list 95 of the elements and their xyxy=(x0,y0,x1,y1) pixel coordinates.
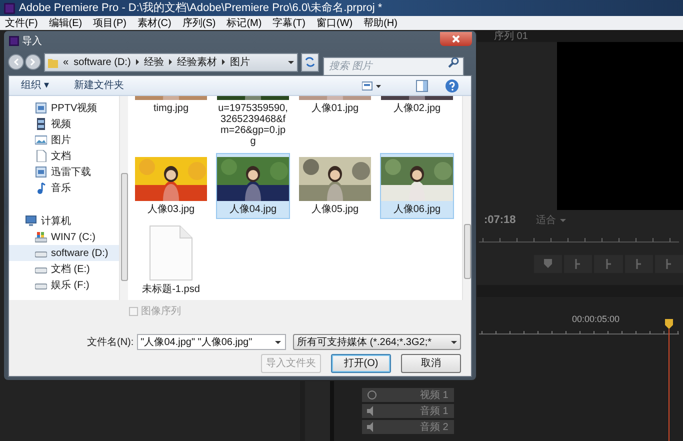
dialog-title: 导入 xyxy=(22,34,42,48)
file-name: 人像02.jpg xyxy=(392,103,442,114)
timecode: 00:00:05:00 xyxy=(572,312,620,326)
file-item[interactable]: 人像02.jpg xyxy=(380,96,454,118)
dialog-button[interactable]: 取消 xyxy=(401,354,461,373)
track-name: 视频 1 xyxy=(419,388,448,402)
file-name: 人像05.jpg xyxy=(310,204,360,215)
file-type-dropdown[interactable]: 所有可支持媒体 (*.264;*.3G2;* xyxy=(293,334,461,350)
dropdown-icon xyxy=(560,218,566,222)
timecode: :07:18 xyxy=(484,212,516,228)
menu-item[interactable]: 项目(P) xyxy=(93,16,126,30)
file-item[interactable]: 人像05.jpg xyxy=(298,153,372,219)
menu-item[interactable]: 窗口(W) xyxy=(316,16,353,30)
picture-icon xyxy=(35,134,47,146)
nav-item[interactable]: 计算机 xyxy=(9,213,119,229)
breadcrumb-item[interactable]: software (D:) xyxy=(74,54,131,70)
organize-menu[interactable]: 组织 ▾ xyxy=(21,78,49,93)
chevron-icon xyxy=(136,59,139,65)
app-icon xyxy=(4,2,15,14)
help-icon xyxy=(445,78,459,92)
field-label: 文件名(N): xyxy=(87,336,134,350)
control-button[interactable] xyxy=(564,255,592,273)
track-name: 音频 1 xyxy=(419,404,448,418)
menu-item[interactable]: 编辑(E) xyxy=(48,16,82,30)
app-icon xyxy=(9,36,19,46)
file-item[interactable]: 人像01.jpg xyxy=(298,96,372,118)
refresh-icon xyxy=(304,56,316,68)
file-name: 未标题-1.psd xyxy=(141,284,201,295)
file-name: 人像06.jpg xyxy=(392,204,442,215)
close-button[interactable] xyxy=(440,32,472,46)
track-name: 音频 2 xyxy=(419,420,448,434)
menu-item[interactable]: 素材(C) xyxy=(137,16,172,30)
control-button[interactable] xyxy=(654,255,683,273)
scrollbar[interactable] xyxy=(462,96,471,300)
file-item[interactable]: 人像03.jpg xyxy=(134,153,208,219)
nav-item[interactable]: 娱乐 (F:) xyxy=(9,277,119,293)
panel-tab[interactable]: 序列 01 xyxy=(494,30,528,44)
file-item[interactable]: 人像06.jpg xyxy=(380,153,454,219)
search-field[interactable]: 搜索 图片 xyxy=(323,56,464,76)
marker-icon xyxy=(542,258,554,270)
library-icon xyxy=(35,102,47,114)
nav-item[interactable]: 迅雷下载 xyxy=(9,164,119,180)
chevron-icon xyxy=(168,59,172,65)
nav-item[interactable]: 图片 xyxy=(9,132,119,148)
file-name-field[interactable]: "人像04.jpg" "人像06.jpg" xyxy=(136,334,286,350)
nav-item[interactable]: 文档 xyxy=(9,148,119,164)
folder-icon xyxy=(48,56,58,68)
menu-item[interactable]: 文件(F) xyxy=(5,16,38,30)
nav-item[interactable]: PPTV视频 xyxy=(9,100,119,116)
breadcrumb-item[interactable]: 图片 xyxy=(230,54,250,70)
file-name: 人像04.jpg xyxy=(228,204,278,215)
search-icon xyxy=(448,56,459,68)
document-icon xyxy=(149,225,193,281)
new-folder-button[interactable]: 新建文件夹 xyxy=(74,78,124,93)
breadcrumb-item[interactable]: « xyxy=(63,54,69,70)
drive-icon xyxy=(35,231,47,243)
close-icon xyxy=(452,35,460,43)
file-name: 人像03.jpg xyxy=(146,204,196,215)
control-button[interactable] xyxy=(624,255,653,273)
file-item[interactable]: 未标题-1.psd xyxy=(134,221,208,299)
file-name: 人像01.jpg xyxy=(310,103,360,114)
breadcrumb-item[interactable]: 经验 xyxy=(144,54,164,70)
address-bar[interactable]: « software (D:) 经验 经验素材 图片 xyxy=(44,52,298,72)
nav-item[interactable]: WIN7 (C:) xyxy=(9,229,119,245)
menu-item[interactable]: 帮助(H) xyxy=(364,16,398,30)
dropdown-icon xyxy=(288,60,294,64)
preview-pane-icon xyxy=(416,80,428,92)
breadcrumb-item[interactable]: 经验素材 xyxy=(176,54,217,70)
file-item[interactable]: timg.jpg xyxy=(134,96,208,118)
window-title: Adobe Premiere Pro - D:\我的文档\Adobe\Premiere Pro\6.0\未命名.prproj * xyxy=(19,0,382,16)
nav-item[interactable]: 视频 xyxy=(9,116,119,132)
file-name: timg.jpg xyxy=(152,103,190,114)
scrollbar[interactable] xyxy=(119,96,128,300)
monitor-icon xyxy=(25,215,37,227)
chevron-icon xyxy=(222,59,225,65)
file-item[interactable]: 人像04.jpg xyxy=(216,153,290,219)
nav-item[interactable]: 音乐 xyxy=(9,180,119,196)
control-button[interactable] xyxy=(534,255,562,273)
file-item[interactable]: u=1975359590,3265239468&fm=26&gp=0.jpg xyxy=(216,96,290,151)
film-icon xyxy=(35,118,47,130)
library-icon xyxy=(35,166,47,178)
menu-item[interactable]: 序列(S) xyxy=(182,16,216,30)
music-note-icon xyxy=(35,182,47,194)
file-name: u=1975359590,3265239468&fm=26&gp=0.jpg xyxy=(218,103,288,147)
dropdown-icon xyxy=(451,340,457,344)
view-icon xyxy=(362,80,381,90)
menu-item[interactable]: 标记(M) xyxy=(226,16,262,30)
dialog-button[interactable]: 打开(O) xyxy=(331,354,391,373)
document-icon xyxy=(35,150,47,162)
nav-item[interactable]: software (D:) xyxy=(9,245,119,261)
control-button[interactable] xyxy=(594,255,623,273)
refresh-button[interactable] xyxy=(301,52,319,72)
menu-item[interactable]: 字幕(T) xyxy=(272,16,306,30)
dropdown-icon xyxy=(275,340,281,344)
nav-item[interactable]: 文档 (E:) xyxy=(9,261,119,277)
